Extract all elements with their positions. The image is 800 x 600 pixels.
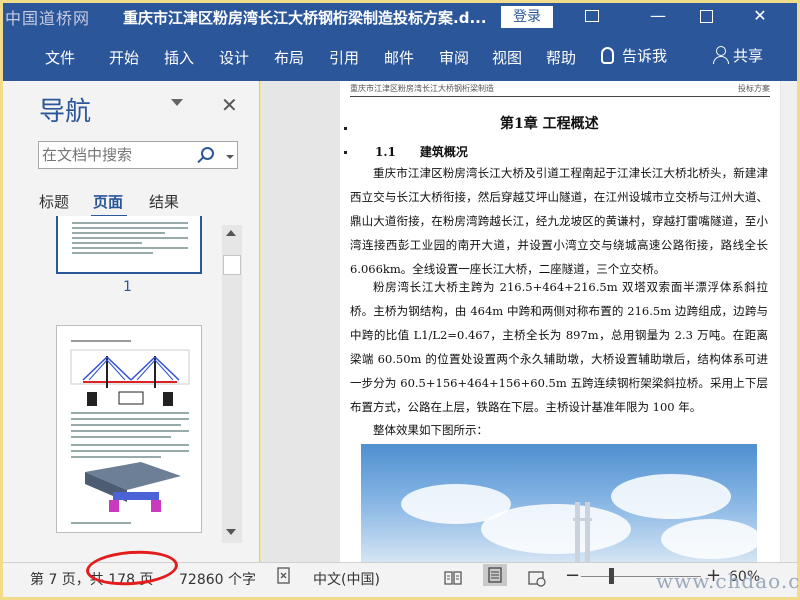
person-icon [713,46,729,64]
paragraph-mark [344,151,347,154]
tab-headings[interactable]: 标题 [39,191,69,212]
thumbnail-drawings [70,340,190,524]
menu-design[interactable]: 设计 [219,47,249,68]
ribbon-display-options-icon [585,10,599,22]
thumbnail-text-lines [72,222,188,257]
menu-view[interactable]: 视图 [492,47,522,68]
body-paragraph: 粉房湾长江大桥主跨为 216.5+464+216.5m 双塔双索面半漂浮体系斜拉… [350,280,768,414]
body-paragraph: 整体效果如下图所示： [373,423,488,437]
paragraph-mark [344,127,347,130]
page-thumbnail-2[interactable] [56,325,202,533]
tab-pages[interactable]: 页面 [93,191,123,212]
tell-me-button[interactable]: 告诉我 [601,45,667,66]
nav-options-chevron-down-icon[interactable] [171,99,183,106]
body-paragraph: 重庆市江津区粉房湾长江大桥及引道工程南起于江津长江大桥北桥头，新建津西立交与长江… [350,166,768,276]
maximize-icon [699,10,713,23]
menu-home[interactable]: 开始 [109,47,139,68]
scroll-thumb[interactable] [223,255,241,275]
search-icon[interactable] [201,147,214,160]
menu-references[interactable]: 引用 [329,47,359,68]
share-label: 共享 [733,47,764,65]
web-layout-icon[interactable] [527,569,547,591]
share-button[interactable]: 共享 [713,45,763,66]
menu-mailings[interactable]: 邮件 [384,47,414,68]
document-area[interactable]: 重庆市江津区粉房湾长江大桥钢桁梁制造 投标方案 第1章 工程概述 1.1 建筑概… [261,81,797,562]
thumbnail-page-number: 1 [123,279,132,295]
language-indicator[interactable]: 中文(中国) [313,569,380,589]
proofing-icon[interactable] [275,567,293,589]
chapter-heading: 第1章 工程概述 [500,116,599,132]
watermark-top: 中国道桥网 [5,9,91,28]
ribbon-display-options-button[interactable] [569,3,615,31]
nav-scrollbar[interactable] [222,225,242,543]
bridge-photo [361,444,757,562]
document-scrollbar[interactable] [781,81,797,562]
zoom-out-button[interactable]: − [565,565,580,586]
maximize-button[interactable] [683,3,729,31]
running-header: 重庆市江津区粉房湾长江大桥钢桁梁制造 投标方案 [350,83,770,97]
watermark-bottom: www.chdao.com [656,569,800,593]
nav-pane-title: 导航 [39,97,92,127]
nav-close-button[interactable]: ✕ [221,93,238,117]
section-heading: 1.1 建筑概况 [375,145,468,159]
ribbon-menu-bar: 文件 开始 插入 设计 布局 引用 邮件 审阅 视图 帮助 告诉我 共享 [3,31,797,81]
running-header-right: 投标方案 [738,84,770,93]
page-thumbnail-1[interactable] [56,216,202,274]
title-bar: 中国道桥网 重庆市江津区粉房湾长江大桥钢桁梁制造投标方案.d... 登录 — ✕ [3,3,797,31]
menu-review[interactable]: 审阅 [439,47,469,68]
search-options-chevron-down-icon[interactable] [226,155,234,159]
menu-insert[interactable]: 插入 [164,47,194,68]
login-button[interactable]: 登录 [501,6,553,28]
read-mode-icon[interactable] [443,569,463,591]
menu-help[interactable]: 帮助 [546,47,576,68]
scroll-down-arrow-icon[interactable] [226,529,236,535]
word-count[interactable]: 72860 个字 [179,569,256,589]
tab-results[interactable]: 结果 [149,191,179,212]
minimize-button[interactable]: — [635,3,681,31]
running-header-left: 重庆市江津区粉房湾长江大桥钢桁梁制造 [350,84,494,93]
lightbulb-icon [601,47,614,64]
document-page[interactable]: 重庆市江津区粉房湾长江大桥钢桁梁制造 投标方案 第1章 工程概述 1.1 建筑概… [340,81,780,562]
scroll-up-arrow-icon[interactable] [226,230,236,236]
print-layout-icon[interactable] [483,564,507,586]
document-title: 重庆市江津区粉房湾长江大桥钢桁梁制造投标方案.d... [123,9,487,27]
zoom-slider-thumb[interactable] [609,568,614,584]
navigation-pane: 导航 ✕ 标题 页面 结果 1 [3,81,260,562]
menu-layout[interactable]: 布局 [274,47,304,68]
word-window: 中国道桥网 重庆市江津区粉房湾长江大桥钢桁梁制造投标方案.d... 登录 — ✕… [0,0,800,600]
close-window-button[interactable]: ✕ [737,3,783,31]
tell-me-label: 告诉我 [622,47,668,65]
menu-file[interactable]: 文件 [45,47,75,68]
